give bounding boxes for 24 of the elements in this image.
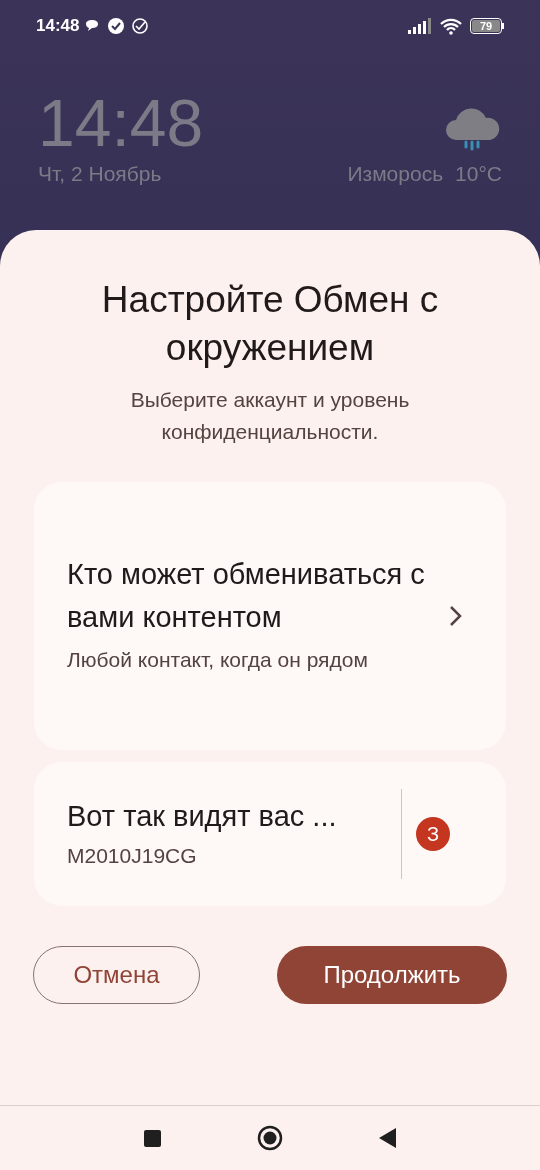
weather-condition: Изморось bbox=[347, 161, 444, 187]
back-button[interactable] bbox=[378, 1128, 397, 1148]
temperature: 10°C bbox=[455, 161, 502, 187]
sheet-title: Настройте Обмен с окружением bbox=[100, 278, 440, 370]
lock-date: Чт, 2 Ноябрь bbox=[38, 161, 163, 187]
status-time: 14:48 bbox=[36, 15, 80, 38]
home-button[interactable] bbox=[256, 1125, 283, 1151]
lock-clock: 14:48 bbox=[38, 90, 204, 156]
sheet-subtitle: Выберите аккаунт и уровень конфиденциальности. bbox=[129, 387, 411, 445]
avatar: З bbox=[416, 817, 450, 851]
check-circle-icon bbox=[107, 17, 126, 35]
signal-icon bbox=[408, 18, 432, 34]
check-circle-icon bbox=[131, 17, 150, 35]
visibility-setting[interactable]: Кто может обмениваться с вами контентом Любой контакт, когда он рядом bbox=[34, 482, 506, 750]
chevron-right-icon bbox=[448, 605, 462, 627]
continue-button[interactable]: Продолжить bbox=[277, 946, 507, 1004]
setting-title: Кто может обмениваться с вами контентом bbox=[67, 557, 426, 635]
setting-subtitle: Любой контакт, когда он рядом bbox=[67, 647, 369, 673]
device-title: Вот так видят вас ... bbox=[67, 799, 338, 834]
wifi-icon bbox=[440, 17, 462, 35]
battery-icon: 79 bbox=[470, 18, 504, 34]
device-name: M2010J19CG bbox=[67, 843, 198, 869]
recents-button[interactable] bbox=[143, 1129, 161, 1147]
device-card[interactable]: Вот так видят вас ... M2010J19CG З bbox=[34, 762, 506, 906]
